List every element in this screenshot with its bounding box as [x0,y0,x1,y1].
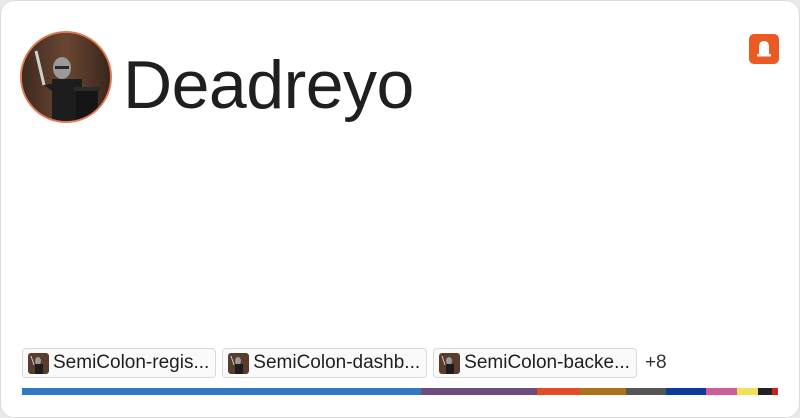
repo-chip[interactable]: SemiColon-regis... [22,348,217,378]
language-segment [421,388,537,395]
language-bar [22,388,778,395]
language-segment [626,388,667,395]
profile-card: Deadreyo SemiColon-regis... SemiColon-da… [0,0,800,418]
repo-chip[interactable]: SemiColon-backe... [433,348,637,378]
repo-chip[interactable]: SemiColon-dashb... [222,348,428,378]
language-segment [22,388,422,395]
repo-avatar-icon [28,352,49,374]
language-segment [706,388,737,395]
repo-avatar-icon [228,352,250,374]
language-segment [736,388,759,395]
repo-list: SemiColon-regis... SemiColon-dashb... Se… [22,348,667,378]
avatar[interactable] [22,33,110,121]
repo-name: SemiColon-backe... [464,352,630,373]
language-segment [580,388,627,395]
language-segment [758,388,772,395]
language-segment [771,388,778,395]
profile-username: Deadreyo [123,47,414,123]
language-segment [666,388,707,395]
bell-app-logo-icon [749,34,779,64]
repo-name: SemiColon-regis... [53,352,210,373]
repo-avatar-icon [439,352,461,374]
knight-avatar-icon [22,33,110,121]
language-segment [536,388,581,395]
repo-name: SemiColon-dashb... [253,352,421,373]
more-repos-count[interactable]: +8 [645,352,667,374]
